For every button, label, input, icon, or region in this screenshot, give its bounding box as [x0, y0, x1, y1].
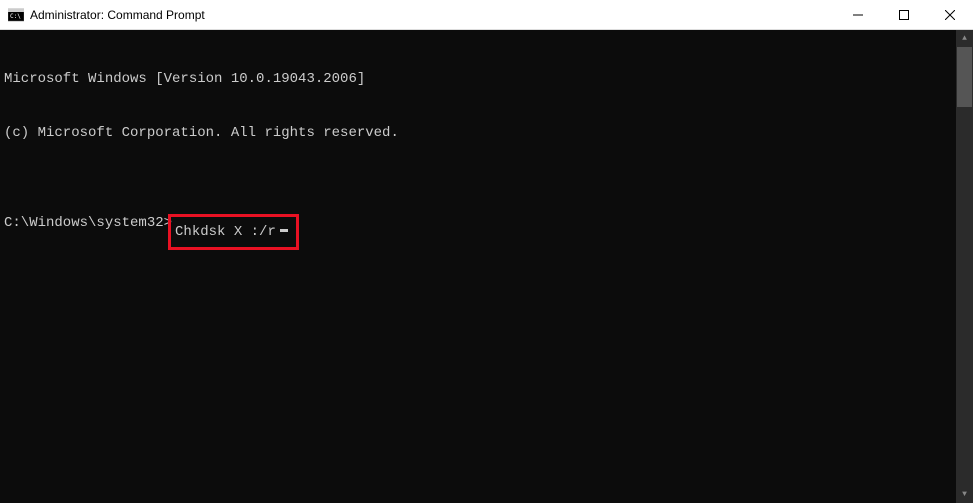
window-titlebar: C:\ Administrator: Command Prompt — [0, 0, 973, 30]
terminal-output[interactable]: Microsoft Windows [Version 10.0.19043.20… — [0, 30, 956, 503]
minimize-button[interactable] — [835, 0, 881, 30]
prompt-path: C:\Windows\system32> — [4, 214, 172, 250]
svg-text:C:\: C:\ — [10, 13, 21, 20]
window-controls — [835, 0, 973, 29]
maximize-button[interactable] — [881, 0, 927, 30]
window-title: Administrator: Command Prompt — [30, 8, 835, 22]
scrollbar-thumb[interactable] — [957, 47, 972, 107]
terminal-area: Microsoft Windows [Version 10.0.19043.20… — [0, 30, 973, 503]
scroll-up-arrow[interactable]: ▲ — [956, 30, 973, 47]
output-line: Microsoft Windows [Version 10.0.19043.20… — [4, 70, 956, 88]
prompt-line: C:\Windows\system32>Chkdsk X :/r — [4, 214, 956, 250]
scroll-down-arrow[interactable]: ▼ — [956, 486, 973, 503]
text-cursor — [280, 229, 288, 232]
close-button[interactable] — [927, 0, 973, 30]
vertical-scrollbar[interactable]: ▲ ▼ — [956, 30, 973, 503]
typed-command: Chkdsk X :/r — [175, 223, 276, 241]
cmd-icon: C:\ — [8, 7, 24, 23]
command-highlight: Chkdsk X :/r — [168, 214, 299, 250]
output-line: (c) Microsoft Corporation. All rights re… — [4, 124, 956, 142]
